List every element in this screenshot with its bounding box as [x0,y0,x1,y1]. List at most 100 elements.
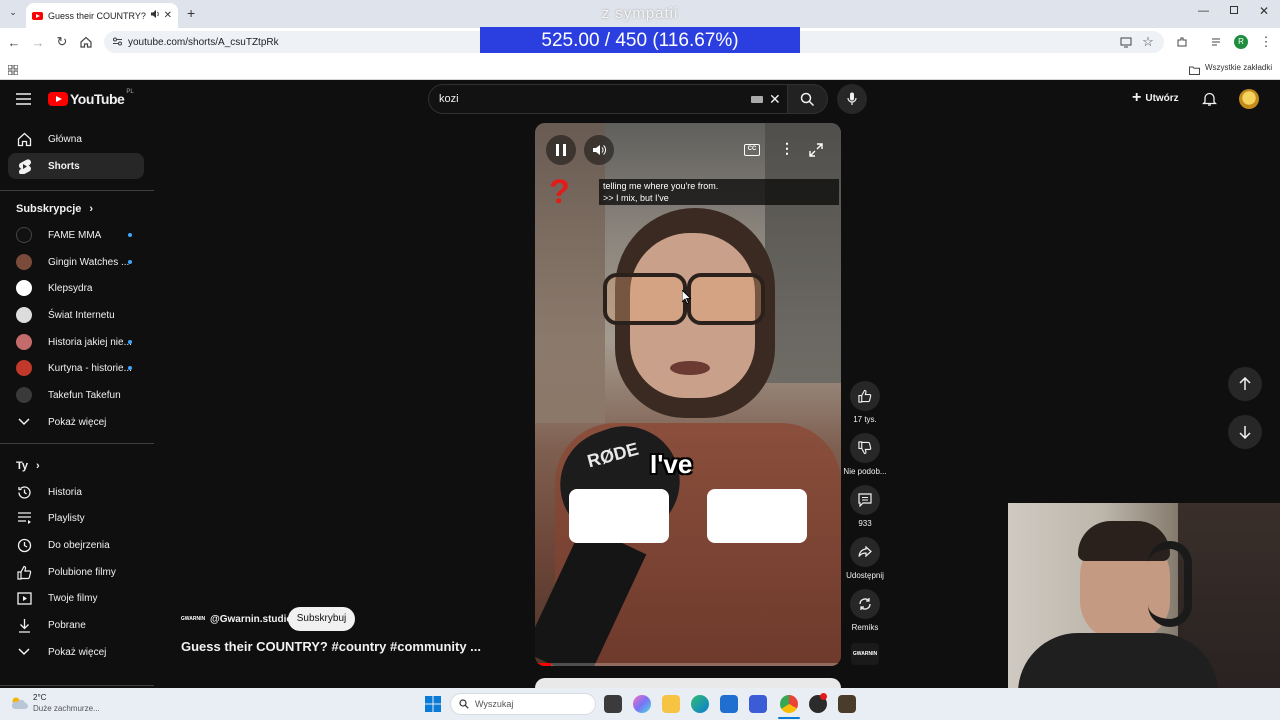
bookmark-star-icon[interactable]: ☆ [1140,34,1156,50]
weather-temp[interactable]: 2°C [33,693,46,702]
reload-icon[interactable]: ↻ [54,34,70,50]
chevron-down-icon [16,644,32,660]
sidebar-item-your-videos[interactable]: Twoje filmy [8,585,144,611]
channel-avatar [16,334,32,350]
tab-search-icon[interactable]: ⌄ [6,7,20,21]
fullscreen-icon[interactable] [809,143,823,162]
share-button[interactable]: Udostępnij [843,537,887,580]
store-icon[interactable] [749,695,767,713]
install-app-icon[interactable] [1118,34,1134,50]
tab-close-icon[interactable]: ✕ [164,10,172,21]
speaker-icon[interactable] [150,9,160,22]
chrome-icon[interactable] [780,695,798,713]
comments-button[interactable]: 933 [843,485,887,528]
forward-icon[interactable]: → [30,34,46,50]
subscribe-button[interactable]: Subskrybuj [288,607,355,631]
sidebar-item-label: FAME MMA [48,229,102,241]
hamburger-menu-icon[interactable] [16,92,31,110]
channel-logo[interactable]: GWARNIN [181,609,205,629]
window-close-icon[interactable]: ✕ [1259,4,1269,18]
media-controls-icon[interactable] [1209,34,1225,50]
youtube-favicon-icon [32,11,43,20]
like-button[interactable]: 17 tys. [843,381,887,424]
search-input[interactable]: kozi ✕ [428,84,788,114]
sidebar-item-downloads[interactable]: Pobrane [8,612,144,638]
short-video-player[interactable]: RØDE I've ? telling me where you're from… [535,123,841,666]
sidebar-item-subscription[interactable]: FAME MMA [8,222,144,248]
remix-icon [850,589,880,619]
channel-handle[interactable]: @Gwarnin.studio [210,614,293,625]
closed-captions-button[interactable]: CC [744,144,760,156]
sidebar-item-history[interactable]: Historia [8,479,144,505]
task-view-icon[interactable] [604,695,622,713]
voice-search-button[interactable] [837,84,867,114]
sidebar-item-watch-later[interactable]: Do obejrzenia [8,532,144,558]
sidebar-item-subscription[interactable]: Kurtyna - historie... [8,355,144,381]
taskbar-search-placeholder: Wyszukaj [475,699,514,709]
next-short-button[interactable] [1228,415,1262,449]
dislike-button[interactable]: Nie podob... [843,433,887,476]
person-mouth [670,361,710,375]
dislike-label: Nie podob... [843,467,887,476]
user-avatar[interactable] [1239,89,1259,109]
you-heading[interactable]: Ty › [16,460,40,472]
caption-line-1: telling me where you're from. [603,181,719,191]
apps-grid-icon[interactable] [7,62,19,80]
weather-cloud-icon[interactable] [10,696,29,715]
sound-channel-thumbnail[interactable]: GWARNIN [851,643,879,665]
sidebar-item-subscription[interactable]: Gingin Watches ... [8,249,144,275]
previous-short-button[interactable] [1228,367,1262,401]
mouse-cursor-icon [681,289,692,309]
subscriptions-heading[interactable]: Subskrypcje › [16,203,93,215]
remix-button[interactable]: Remiks [843,589,887,632]
youtube-logo[interactable]: YouTube PL [48,89,134,107]
comments-count: 933 [858,519,872,528]
history-icon [16,484,32,500]
sidebar-item-subscription[interactable]: Takefun Takefun [8,382,144,408]
outlook-icon[interactable] [720,695,738,713]
profile-avatar[interactable]: R [1234,35,1248,49]
sidebar-item-liked[interactable]: Polubione filmy [8,559,144,585]
clear-search-icon[interactable]: ✕ [769,91,781,108]
back-icon[interactable]: ← [6,34,22,50]
sidebar-item-shorts[interactable]: Shorts [8,153,144,179]
taskbar-search-box[interactable]: Wyszukaj [450,693,596,715]
sidebar-item-subscription[interactable]: Klepsydra [8,275,144,301]
chrome-menu-icon[interactable]: ⋮ [1258,34,1274,50]
minimize-icon[interactable]: — [1198,5,1209,17]
home-button-icon[interactable] [78,34,94,50]
browser-tab[interactable]: Guess their COUNTRY? #country ✕ [26,3,178,28]
sidebar-item-subscription[interactable]: Historia jakiej nie... [8,329,144,355]
video-title[interactable]: Guess their COUNTRY? #country #community… [181,639,481,654]
weather-description[interactable]: Duże zachmurze... [33,704,100,713]
channel-avatar [16,360,32,376]
sidebar-item-home[interactable]: Główna [8,126,144,152]
sidebar-item-label: Kurtyna - historie... [48,362,132,374]
all-bookmarks-link[interactable]: Wszystkie zakładki [1205,63,1272,72]
copilot-icon[interactable] [633,695,651,713]
site-info-icon[interactable] [112,36,123,50]
search-button[interactable] [788,84,828,114]
edge-browser-icon[interactable] [691,695,709,713]
video-progress-track[interactable] [535,663,841,666]
windows-start-icon[interactable] [425,696,441,717]
show-more-subscriptions[interactable]: Pokaż więcej [8,409,144,435]
volume-button[interactable] [584,135,614,165]
pause-button[interactable] [546,135,576,165]
sidebar-item-subscription[interactable]: Świat Internetu [8,302,144,328]
extensions-icon[interactable] [1174,34,1190,50]
game-app-icon[interactable] [838,695,856,713]
new-tab-button[interactable]: + [187,5,195,21]
channel-avatar [16,227,32,243]
sidebar-item-playlists[interactable]: Playlisty [8,505,144,531]
chevron-down-icon [16,414,32,430]
create-button[interactable]: + Utwórz [1132,90,1179,106]
notifications-bell-icon[interactable] [1201,91,1218,112]
like-count: 17 tys. [853,415,877,424]
sidebar-item-label: Historia [48,486,82,498]
file-explorer-icon[interactable] [662,695,680,713]
more-options-icon[interactable]: ⋮ [780,140,794,157]
keyboard-icon[interactable] [751,96,763,103]
restore-icon[interactable] [1230,6,1238,14]
show-more-you[interactable]: Pokaż więcej [8,639,144,665]
